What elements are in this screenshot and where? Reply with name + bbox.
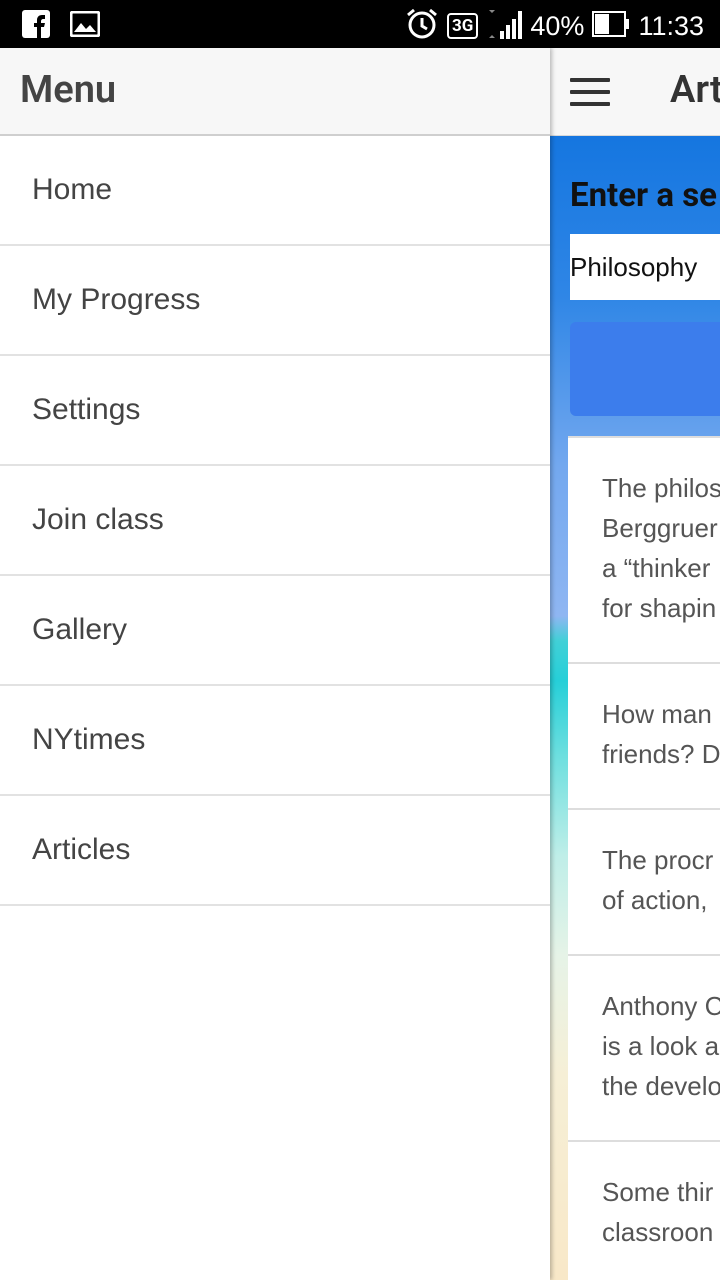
menu-item-label: Home bbox=[32, 173, 113, 206]
navigation-drawer: Menu Home My Progress Settings Join clas… bbox=[0, 48, 550, 1280]
alarm-icon bbox=[405, 7, 439, 45]
page-title: Art bbox=[670, 68, 720, 112]
article-card[interactable]: How man friends? D bbox=[568, 662, 720, 808]
facebook-icon bbox=[22, 10, 50, 42]
battery-icon bbox=[592, 11, 630, 41]
article-summary: Some thir classroon bbox=[602, 1177, 714, 1247]
menu-item-my-progress[interactable]: My Progress bbox=[0, 246, 550, 356]
menu-item-label: My Progress bbox=[32, 283, 201, 316]
article-card[interactable]: Anthony C is a look a the develo bbox=[568, 954, 720, 1140]
menu-item-settings[interactable]: Settings bbox=[0, 356, 550, 466]
article-card[interactable]: The procr of action, bbox=[568, 808, 720, 954]
content-pane: Art Enter a se Philosophy The philos Ber… bbox=[550, 48, 720, 1280]
menu-item-label: Settings bbox=[32, 393, 141, 426]
beach-background: Enter a se Philosophy The philos Berggru… bbox=[550, 136, 720, 1280]
article-summary: The philos Berggruer a “thinker for shap… bbox=[602, 473, 720, 623]
search-input[interactable]: Philosophy bbox=[570, 234, 720, 300]
network-badge: 3G bbox=[447, 13, 479, 39]
signal-icon bbox=[486, 9, 523, 43]
photo-icon bbox=[69, 10, 101, 41]
menu-item-articles[interactable]: Articles bbox=[0, 796, 550, 906]
menu-list: Home My Progress Settings Join class Gal… bbox=[0, 136, 550, 906]
menu-item-join-class[interactable]: Join class bbox=[0, 466, 550, 576]
clock: 11:33 bbox=[638, 10, 704, 41]
article-summary: How man friends? D bbox=[602, 699, 720, 769]
menu-item-home[interactable]: Home bbox=[0, 136, 550, 246]
menu-item-nytimes[interactable]: NYtimes bbox=[0, 686, 550, 796]
search-prompt: Enter a se bbox=[570, 176, 717, 215]
menu-item-gallery[interactable]: Gallery bbox=[0, 576, 550, 686]
status-bar: 3G 40% 11:33 bbox=[0, 0, 720, 48]
menu-item-label: Articles bbox=[32, 833, 131, 866]
battery-percent: 40% bbox=[530, 10, 585, 41]
article-card[interactable]: Some thir classroon bbox=[568, 1140, 720, 1280]
menu-item-label: Join class bbox=[32, 503, 164, 536]
search-button[interactable] bbox=[570, 322, 720, 416]
article-card[interactable]: The philos Berggruer a “thinker for shap… bbox=[568, 436, 720, 662]
article-list: The philos Berggruer a “thinker for shap… bbox=[568, 436, 720, 1280]
article-summary: Anthony C is a look a the develo bbox=[602, 991, 720, 1101]
article-summary: The procr of action, bbox=[602, 845, 714, 915]
menu-item-label: Gallery bbox=[32, 613, 128, 646]
content-toolbar: Art bbox=[550, 48, 720, 136]
drawer-header: Menu bbox=[0, 48, 550, 136]
menu-icon[interactable] bbox=[570, 78, 610, 106]
menu-item-label: NYtimes bbox=[32, 723, 146, 756]
drawer-title: Menu bbox=[20, 68, 117, 112]
